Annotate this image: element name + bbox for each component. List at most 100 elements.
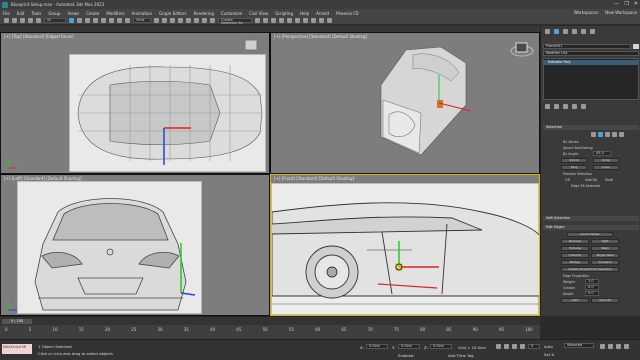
- create-shape-button[interactable]: Create Shape From Selection: [561, 267, 619, 272]
- zoom-all-icon[interactable]: [608, 344, 613, 349]
- edit-named-selection-icon[interactable]: [210, 18, 215, 23]
- z-coordinate-field[interactable]: 0.0cm: [430, 344, 452, 349]
- x-coordinate-field[interactable]: 0.0cm: [366, 344, 388, 349]
- menu-phoenix-fd[interactable]: Phoenix FD: [336, 11, 359, 16]
- rollout-edit-edges[interactable]: Edit Edges: [543, 225, 639, 230]
- weight-input[interactable]: 1.0: [585, 279, 599, 284]
- viewport-label[interactable]: [+] [Front] [Standard] [Default Shading]: [274, 176, 354, 181]
- extrude-button[interactable]: Extrude: [561, 246, 589, 251]
- keyboard-shortcut-override-icon[interactable]: [170, 18, 175, 23]
- minimize-button[interactable]: —: [614, 1, 619, 7]
- align-icon[interactable]: [263, 18, 268, 23]
- rollout-selection[interactable]: Selection: [543, 125, 639, 130]
- split-button[interactable]: Split: [591, 239, 619, 244]
- select-manipulate-icon[interactable]: [162, 18, 167, 23]
- insert-vertex-button[interactable]: Insert Vertex: [567, 232, 613, 237]
- redo-icon[interactable]: [12, 18, 17, 23]
- y-coordinate-field[interactable]: 0.0cm: [398, 344, 420, 349]
- window-crossing-icon[interactable]: [93, 18, 98, 23]
- select-object-icon[interactable]: [69, 18, 74, 23]
- configure-sets-icon[interactable]: [581, 104, 586, 109]
- viewport-label[interactable]: [+] [Perspective] [Standard] [Default Sh…: [274, 34, 367, 39]
- grow-button[interactable]: Grow: [593, 158, 619, 163]
- auto-key-button[interactable]: Auto: [544, 344, 553, 349]
- preview-subobj-radio[interactable]: SubObj: [585, 178, 597, 182]
- current-frame-field[interactable]: 0: [528, 344, 540, 349]
- angle-snap-icon[interactable]: [186, 18, 191, 23]
- depth-input[interactable]: 0.0: [585, 291, 599, 296]
- selected-dropdown[interactable]: Selected: [564, 343, 594, 348]
- move-icon[interactable]: [101, 18, 106, 23]
- zoom-extents-icon[interactable]: [616, 344, 621, 349]
- add-time-tag-button[interactable]: Add Time Tag: [448, 353, 473, 358]
- viewcube-icon[interactable]: [509, 39, 535, 59]
- edge-level-icon[interactable]: [598, 132, 603, 137]
- hierarchy-tab-icon[interactable]: [563, 29, 568, 34]
- place-icon[interactable]: [125, 18, 130, 23]
- select-by-name-icon[interactable]: [77, 18, 82, 23]
- curve-editor-icon[interactable]: [287, 18, 292, 23]
- element-level-icon[interactable]: [619, 132, 624, 137]
- menu-file[interactable]: File: [3, 11, 10, 16]
- play-icon[interactable]: [512, 344, 517, 349]
- toggle-scene-explorer-icon[interactable]: [271, 18, 276, 23]
- by-vertex-checkbox[interactable]: By Vertex: [563, 140, 579, 144]
- menu-customize[interactable]: Customize: [221, 11, 242, 16]
- spinner-snap-icon[interactable]: [202, 18, 207, 23]
- menu-civil-view[interactable]: Civil View: [249, 11, 268, 16]
- make-unique-icon[interactable]: [563, 104, 568, 109]
- unlink-icon[interactable]: [28, 18, 33, 23]
- undo-icon[interactable]: [4, 18, 9, 23]
- preview-multi-radio[interactable]: Multi: [605, 178, 613, 182]
- crease-input[interactable]: 0.0: [585, 285, 599, 290]
- viewcube-icon[interactable]: [241, 37, 261, 53]
- rectangular-selection-icon[interactable]: [85, 18, 90, 23]
- time-slider-handle[interactable]: 0 / 100: [2, 319, 32, 324]
- viewport-top[interactable]: [+] [Top] [Standard] [Edged Faces]: [0, 32, 270, 174]
- rendered-frame-window-icon[interactable]: [319, 18, 324, 23]
- render-production-icon[interactable]: [327, 18, 332, 23]
- viewport-left[interactable]: [+] [Left] [Standard] [Default Shading]: [0, 174, 270, 316]
- maximize-button[interactable]: ❐: [624, 1, 628, 7]
- time-slider[interactable]: 0 / 100: [0, 316, 540, 325]
- vertex-level-icon[interactable]: [591, 132, 596, 137]
- schematic-view-icon[interactable]: [295, 18, 300, 23]
- menu-views[interactable]: Views: [68, 11, 80, 16]
- pin-stack-icon[interactable]: [545, 104, 550, 109]
- modifier-list-dropdown[interactable]: Modifier List: [543, 51, 639, 56]
- menu-modifiers[interactable]: Modifiers: [106, 11, 124, 16]
- scale-icon[interactable]: [117, 18, 122, 23]
- menu-group[interactable]: Group: [48, 11, 60, 16]
- modify-tab-icon[interactable]: [554, 29, 559, 34]
- menu-help[interactable]: Help: [300, 11, 309, 16]
- enabled-label[interactable]: Enabled:: [398, 353, 415, 358]
- connect-button[interactable]: Connect: [591, 260, 619, 265]
- rollout-soft-selection[interactable]: Soft Selection: [543, 216, 639, 221]
- viewport-front[interactable]: [+] [Front] [Standard] [Default Shading]: [270, 174, 540, 316]
- set-key-button[interactable]: Set K.: [544, 352, 555, 357]
- named-selection-set-input[interactable]: Create Selection Se: [218, 18, 252, 25]
- remove-button[interactable]: Remove: [561, 239, 589, 244]
- smooth-button[interactable]: Smooth: [591, 298, 619, 303]
- target-weld-button[interactable]: Target Weld: [591, 253, 619, 258]
- menu-edit[interactable]: Edit: [17, 11, 25, 16]
- render-setup-icon[interactable]: [311, 18, 316, 23]
- percent-snap-icon[interactable]: [194, 18, 199, 23]
- by-angle-input[interactable]: 45.0: [593, 151, 611, 156]
- mirror-icon[interactable]: [255, 18, 260, 23]
- snaps-toggle-icon[interactable]: [178, 18, 183, 23]
- menu-create[interactable]: Create: [86, 11, 99, 16]
- weld-button[interactable]: Weld: [591, 246, 619, 251]
- menu-arnold[interactable]: Arnold: [316, 11, 329, 16]
- toggle-layer-explorer-icon[interactable]: [279, 18, 284, 23]
- menu-graph-editors[interactable]: Graph Editors: [159, 11, 186, 16]
- object-name-field[interactable]: Plane001: [543, 44, 631, 49]
- object-color-swatch[interactable]: [633, 44, 639, 49]
- material-editor-icon[interactable]: [303, 18, 308, 23]
- go-to-start-icon[interactable]: [496, 344, 501, 349]
- stack-item-editable-poly[interactable]: Editable Poly: [544, 60, 638, 65]
- utilities-tab-icon[interactable]: [590, 29, 595, 34]
- show-end-result-icon[interactable]: [554, 104, 559, 109]
- workspace-dropdown[interactable]: New Workspace: [605, 10, 637, 15]
- selection-filter-dropdown[interactable]: All: [44, 18, 66, 23]
